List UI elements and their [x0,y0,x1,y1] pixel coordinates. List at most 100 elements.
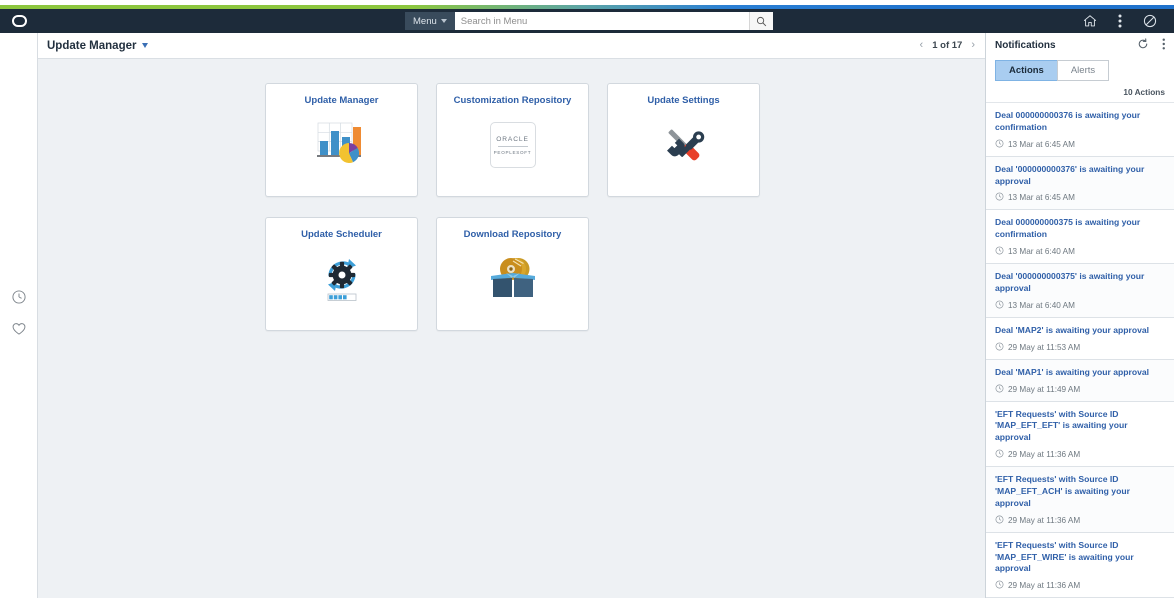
notifications-list: Deal 000000000376 is awaiting your confi… [986,102,1174,598]
notifications-tabs: Actions Alerts [986,60,1174,81]
tile-update-settings[interactable]: Update Settings [607,83,760,197]
notification-timestamp-row: 13 Mar at 6:45 AM [995,139,1165,150]
menu-search-group: Menu [405,12,773,30]
pagination-control: ‹ 1 of 17 › [920,40,985,52]
global-header: Menu [0,9,1174,33]
peoplesoft-product-text: PEOPLESOFT [493,149,532,155]
clock-icon [995,342,1004,353]
clock-icon [995,449,1004,460]
tile-row: Update Scheduler Download Repository [265,217,778,351]
notification-timestamp-row: 13 Mar at 6:40 AM [995,300,1165,311]
home-icon[interactable] [1082,13,1098,29]
notification-item[interactable]: 'EFT Requests' with Source ID 'MAP_EFT_E… [986,402,1174,468]
notification-timestamp: 13 Mar at 6:45 AM [1008,139,1075,149]
notifications-count: 10 Actions [1123,87,1165,97]
notifications-header-icons [1137,37,1166,55]
search-icon[interactable] [748,12,773,30]
notification-timestamp-row: 29 May at 11:53 AM [995,342,1165,353]
wrench-screwdriver-icon [608,106,759,196]
tile-grid: Update Manager Customization Repository … [265,83,778,351]
tile-update-scheduler[interactable]: Update Scheduler [265,217,418,331]
tile-download-repository[interactable]: Download Repository [436,217,589,331]
notifications-panel: Notifications Actions Alerts 10 Actions … [985,33,1174,598]
clock-icon [995,246,1004,257]
notification-text: Deal 'MAP1' is awaiting your approval [995,366,1150,377]
caret-down-icon[interactable] [142,43,149,48]
clock-icon [995,300,1004,311]
notification-text: 'EFT Requests' with Source ID 'MAP_EFT_A… [995,474,1130,508]
kebab-menu-icon[interactable] [1162,37,1166,55]
notifications-title: Notifications [995,40,1056,51]
tile-row: Update Manager Customization Repository … [265,83,778,217]
menu-button[interactable]: Menu [405,12,455,30]
notification-text: 'EFT Requests' with Source ID 'MAP_EFT_E… [995,408,1128,443]
left-rail [0,33,38,598]
notification-timestamp: 13 Mar at 6:40 AM [1008,300,1075,310]
notification-timestamp-row: 29 May at 11:36 AM [995,449,1165,460]
notification-item[interactable]: Deal '000000000376' is awaiting your app… [986,156,1174,211]
notification-timestamp-row: 13 Mar at 6:40 AM [995,246,1165,257]
tile-update-manager[interactable]: Update Manager [265,83,418,197]
clock-icon [995,139,1004,150]
homepage-canvas: Update Manager Customization Repository … [38,59,985,598]
pagination-label: 1 of 17 [932,40,963,51]
oracle-peoplesoft-logo-icon: ORACLE PEOPLESOFT [437,106,588,196]
kebab-menu-icon[interactable] [1112,13,1128,29]
clock-icon [995,192,1004,203]
tile-customization-repository[interactable]: Customization Repository ORACLE PEOPLESO… [436,83,589,197]
header-icon-group [1082,13,1174,29]
notification-timestamp: 29 May at 11:36 AM [1008,515,1081,525]
notification-text: Deal 000000000375 is awaiting your confi… [995,217,1141,240]
clock-icon [995,515,1004,526]
tile-title: Update Scheduler [301,229,382,240]
discs-in-open-box-icon [437,240,588,330]
refresh-icon[interactable] [1137,37,1149,55]
clock-icon [995,580,1004,591]
notification-text: Deal '000000000375' is awaiting your app… [995,271,1145,294]
clock-icon[interactable] [10,288,28,306]
tile-title: Update Settings [647,95,720,106]
notification-item[interactable]: Deal 'MAP1' is awaiting your approval 29 … [986,359,1174,402]
notification-item[interactable]: Deal 000000000375 is awaiting your confi… [986,210,1174,265]
notification-timestamp: 29 May at 11:36 AM [1008,581,1081,591]
notification-item[interactable]: 'EFT Requests' with Source ID 'MAP_EFT_A… [986,467,1174,533]
notification-timestamp-row: 29 May at 11:36 AM [995,515,1165,526]
notification-timestamp: 29 May at 11:49 AM [1008,384,1081,394]
tile-title: Update Manager [304,95,379,106]
tab-actions[interactable]: Actions [995,60,1057,81]
gear-refresh-progress-icon [266,240,417,330]
bar-pie-chart-icon [266,106,417,196]
notification-item[interactable]: 'EFT Requests' with Source ID 'MAP_EFT_W… [986,533,1174,598]
oracle-brand-text: ORACLE [496,135,529,143]
notification-timestamp: 13 Mar at 6:45 AM [1008,193,1075,203]
notification-timestamp-row: 13 Mar at 6:45 AM [995,192,1165,203]
notification-timestamp: 29 May at 11:36 AM [1008,450,1081,460]
search-input[interactable] [454,15,749,27]
heart-icon[interactable] [10,320,28,338]
notification-timestamp-row: 29 May at 11:49 AM [995,384,1165,395]
notification-item[interactable]: Deal 000000000376 is awaiting your confi… [986,103,1174,157]
chevron-left-icon[interactable]: ‹ [920,40,924,51]
page-title: Update Manager [47,39,137,52]
notification-text: Deal '000000000376' is awaiting your app… [995,163,1145,186]
chevron-down-icon [440,19,447,23]
tile-title: Download Repository [463,229,562,240]
page-sub-header: Update Manager ‹ 1 of 17 › [38,33,985,59]
logo-divider [497,145,528,147]
search-container [454,12,773,30]
notification-item[interactable]: Deal '000000000375' is awaiting your app… [986,264,1174,318]
menu-button-label: Menu [413,15,437,27]
notification-timestamp: 13 Mar at 6:40 AM [1008,247,1075,257]
tab-alerts[interactable]: Alerts [1056,60,1110,81]
notification-timestamp: 29 May at 11:53 AM [1008,342,1081,352]
notification-text: Deal 'MAP2' is awaiting your approval [995,324,1150,335]
clock-icon [995,384,1004,395]
notification-text: Deal 000000000376 is awaiting your confi… [995,110,1141,132]
circle-slash-icon[interactable] [1142,13,1158,29]
notification-timestamp-row: 29 May at 11:36 AM [995,580,1165,591]
notification-item[interactable]: Deal 'MAP2' is awaiting your approval 29 … [986,318,1174,360]
tile-title: Customization Repository [453,95,572,106]
peoplesoft-oval-logo-icon[interactable] [0,15,38,27]
notification-text: 'EFT Requests' with Source ID 'MAP_EFT_W… [995,539,1134,574]
chevron-right-icon[interactable]: › [971,40,975,51]
